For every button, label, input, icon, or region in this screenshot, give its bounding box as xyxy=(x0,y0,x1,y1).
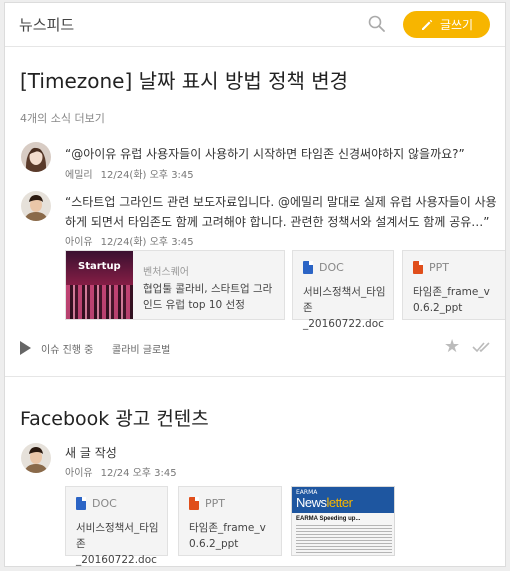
link-preview-card[interactable]: Startup 벤처스퀘어 협업툴 콜라비, 스타트업 그라인드 유럽 top … xyxy=(65,250,285,320)
file-type: DOC xyxy=(303,261,344,274)
file-name-line: _20160722.doc xyxy=(76,554,157,566)
file-type-label: DOC xyxy=(92,497,117,510)
double-check-icon[interactable] xyxy=(472,338,496,356)
newsletter-headline: EARMA Speeding up... xyxy=(296,516,361,522)
file-name-line: 0.6.2_ppt xyxy=(189,538,239,550)
comment-text-line: “스타트업 그라인드 관련 보도자료입니다. @에밀리 말대로 실제 유럽 사용… xyxy=(65,195,497,209)
post-footer: 이슈 진행 중 콜라비 글로벌 ★ xyxy=(20,336,495,360)
play-icon[interactable] xyxy=(20,341,31,355)
write-button-label: 글쓰기 xyxy=(439,18,474,32)
more-news-link[interactable]: 4개의 소식 더보기 xyxy=(20,110,105,126)
issue-status[interactable]: 이슈 진행 중 xyxy=(41,341,93,356)
newsfeed-panel: 뉴스피드 글쓰기 [Timezone] 날짜 표시 방법 정책 변경 4개의 소… xyxy=(4,2,506,567)
file-card-doc[interactable]: DOC 서비스정책서_타임존 _20160722.doc xyxy=(65,486,168,566)
pencil-icon xyxy=(421,19,433,30)
comment-time: 12/24(화) 오후 3:45 xyxy=(100,237,194,248)
post-title[interactable]: Facebook 광고 컨텐츠 xyxy=(20,404,209,431)
avatar[interactable] xyxy=(21,142,51,172)
file-type-label: PPT xyxy=(429,261,449,274)
file-card-doc[interactable]: DOC 서비스정책서_타임존 _20160722.doc xyxy=(292,250,394,330)
comment-meta: 아이유 12/24(화) 오후 3:45 xyxy=(65,233,202,248)
link-thumbnail: Startup xyxy=(66,251,133,319)
file-name: 타임존_frame_v 0.6.2_ppt xyxy=(413,284,490,316)
masthead-part: News xyxy=(296,495,327,510)
file-name-line: _20160722.doc xyxy=(303,318,384,330)
file-card-ppt[interactable]: PPT 타임존_frame_v 0.6.2_ppt xyxy=(178,486,282,556)
file-name-line: 타임존_frame_v xyxy=(189,522,266,534)
doc-icon xyxy=(76,497,86,510)
comment-text-line: 하게 되면서 타임존도 함께 고려해야 합니다. 관련한 정책서와 설계서도 함… xyxy=(65,215,490,229)
file-name: 서비스정책서_타임존 _20160722.doc xyxy=(76,520,167,566)
file-name-line: 타임존_frame_v xyxy=(413,286,490,298)
page-title: 뉴스피드 xyxy=(19,16,75,34)
ppt-icon xyxy=(413,261,423,274)
post-title[interactable]: [Timezone] 날짜 표시 방법 정책 변경 xyxy=(20,65,348,94)
newsletter-banner: EARMA Newsletter xyxy=(292,487,394,513)
divider xyxy=(5,376,505,377)
comment-meta: 에밀리 12/24(화) 오후 3:45 xyxy=(65,166,202,181)
ppt-icon xyxy=(189,497,199,510)
comment-text: “스타트업 그라인드 관련 보도자료입니다. @에밀리 말대로 실제 유럽 사용… xyxy=(65,192,497,232)
newsletter-masthead: Newsletter xyxy=(296,495,353,510)
header-bar: 뉴스피드 글쓰기 xyxy=(5,3,505,47)
comment-time: 12/24(화) 오후 3:45 xyxy=(100,170,194,181)
doc-icon xyxy=(303,261,313,274)
file-type: DOC xyxy=(76,497,117,510)
masthead-part: letter xyxy=(326,495,353,510)
file-name-line: 서비스정책서_타임존 xyxy=(303,286,386,314)
comment-author[interactable]: 에밀리 xyxy=(65,170,93,181)
file-name-line: 서비스정책서_타임존 xyxy=(76,522,159,550)
comment-text: “@아이유 유럽 사용자들이 사용하기 시작하면 타임존 신경써야하지 않을까요… xyxy=(65,147,465,161)
star-icon[interactable]: ★ xyxy=(444,338,460,356)
newsletter-body-text xyxy=(296,525,392,555)
write-button[interactable]: 글쓰기 xyxy=(403,11,490,38)
thumbnail-photo xyxy=(66,285,133,319)
avatar[interactable] xyxy=(21,443,51,473)
file-type-label: PPT xyxy=(205,497,225,510)
file-name-line: 0.6.2_ppt xyxy=(413,302,463,314)
avatar[interactable] xyxy=(21,191,51,221)
activity-author[interactable]: 아이유 xyxy=(65,468,93,479)
activity-text: 새 글 작성 xyxy=(65,446,117,460)
project-tag[interactable]: 콜라비 글로벌 xyxy=(112,341,170,356)
thumbnail-brand: Startup xyxy=(78,261,121,272)
file-name: 타임존_frame_v 0.6.2_ppt xyxy=(189,520,266,552)
link-description: 협업툴 콜라비, 스타트업 그라인드 유럽 top 10 선정 xyxy=(143,283,273,311)
comment-author[interactable]: 아이유 xyxy=(65,237,93,248)
file-type: PPT xyxy=(189,497,225,510)
activity-meta: 아이유 12/24 오후 3:45 xyxy=(65,464,185,479)
activity-time: 12/24 오후 3:45 xyxy=(100,468,177,479)
file-card-ppt[interactable]: PPT 타임존_frame_v 0.6.2_ppt xyxy=(402,250,505,320)
link-source: 벤처스퀘어 xyxy=(143,267,189,278)
file-name: 서비스정책서_타임존 _20160722.doc xyxy=(303,284,393,332)
search-icon[interactable] xyxy=(367,14,387,34)
file-type: PPT xyxy=(413,261,449,274)
image-attachment[interactable]: EARMA Newsletter EARMA Speeding up... xyxy=(291,486,395,556)
file-type-label: DOC xyxy=(319,261,344,274)
